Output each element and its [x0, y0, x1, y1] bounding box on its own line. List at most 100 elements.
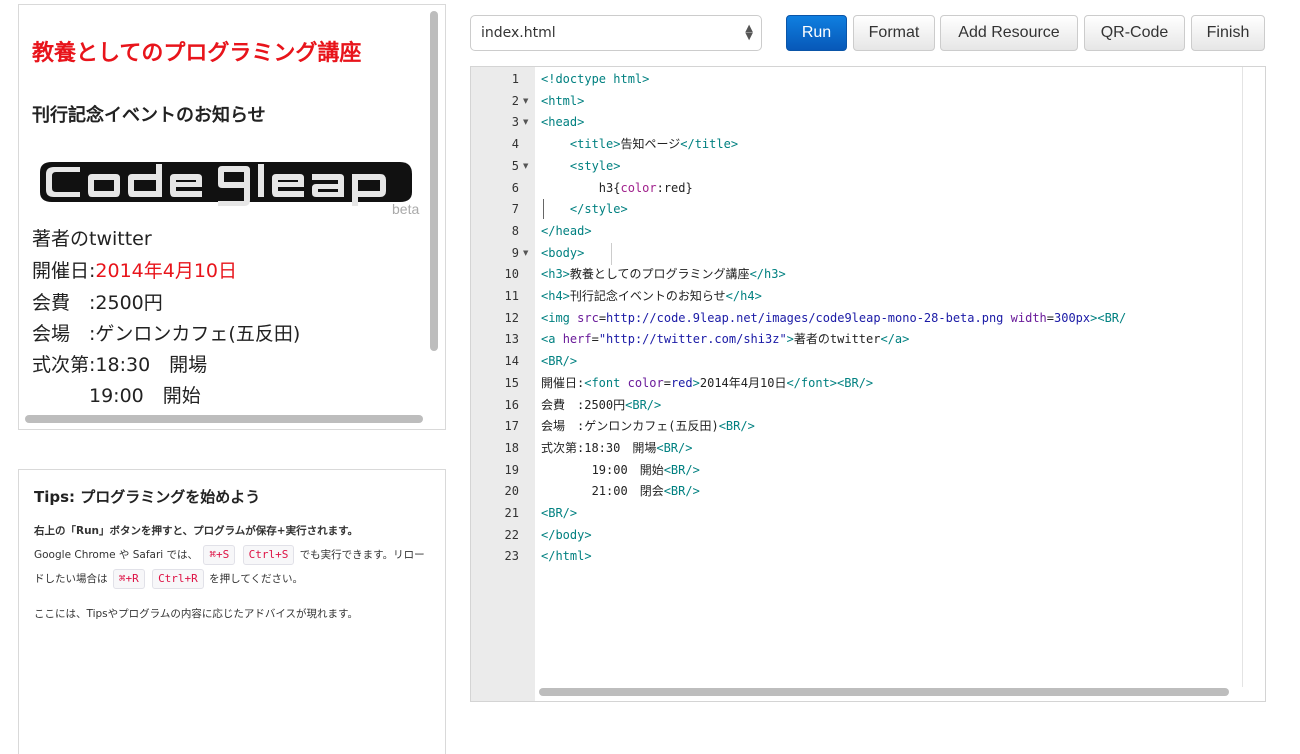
code-token: <BR/> [625, 397, 662, 412]
code-token: width [1010, 310, 1047, 325]
code-line: 21:00 閉会<BR/> [541, 480, 700, 502]
preview-heading: 教養としてのプログラミング講座 [32, 41, 362, 66]
fold-arrow-icon[interactable]: ▼ [523, 111, 528, 133]
line-number: 14 [504, 354, 519, 369]
qr-code-button[interactable]: QR-Code [1084, 15, 1185, 51]
code-token: <title> [569, 137, 621, 152]
tips-browser-hint: Google Chrome や Safari では、 [34, 549, 199, 561]
code-token: = [663, 375, 671, 390]
shortcut-cmd-s: ⌘+S [203, 545, 236, 565]
code-token: <img [541, 310, 578, 325]
line-number: 5 [511, 158, 519, 173]
line-number: 1 [511, 72, 519, 86]
code-line: <BR/> [541, 350, 577, 372]
code-token: </font> [786, 375, 838, 390]
event-fee: 会費 :2500円 [32, 292, 163, 314]
code-token: </head> [541, 223, 592, 238]
code-token: <BR/ [1097, 310, 1127, 325]
code-line: h3{color:red} [541, 177, 693, 199]
indent-guide [611, 243, 612, 265]
code-line: <html> [541, 90, 584, 112]
code-token: = [591, 332, 599, 347]
code-line: <title>告知ページ</title> [541, 133, 738, 155]
code9leap-logo: beta [40, 162, 419, 217]
code-token: </style> [569, 202, 628, 217]
code-token: <h3> [541, 267, 570, 282]
event-date-label: 開催日: [32, 260, 96, 282]
tips-title: Tips: プログラミングを始めよう [34, 488, 261, 506]
code-token: </title> [680, 137, 739, 152]
line-number: 16 [504, 397, 519, 412]
preview-vertical-scrollbar[interactable] [430, 11, 438, 351]
editor-horizontal-scrollbar[interactable] [539, 688, 1229, 696]
code-token: <!doctype html> [541, 72, 650, 86]
code-line: 式次第:18:30 開場<BR/> [541, 437, 692, 459]
code-token: </h4> [725, 289, 762, 303]
code-line: 会場 :ゲンロンカフェ(五反田)<BR/> [541, 415, 755, 437]
code-token: <html> [541, 93, 585, 108]
code-line: </body> [541, 524, 592, 546]
code-token: "http://twitter.com/shi3z" [598, 332, 787, 347]
code-token: src [577, 310, 599, 325]
line-number: 3 [511, 115, 519, 130]
shortcut-cmd-r: ⌘+R [112, 569, 145, 589]
code-token: <BR/> [656, 440, 693, 455]
preview-horizontal-scrollbar[interactable] [25, 415, 423, 423]
line-number: 12 [504, 310, 519, 325]
code-token: </h3> [749, 267, 786, 282]
line-number: 10 [504, 267, 519, 282]
event-schedule-2: 19:00 開始 [32, 385, 201, 407]
shortcut-ctrl-s: Ctrl+S [242, 545, 295, 565]
twitter-link[interactable]: 著者のtwitter [32, 224, 152, 251]
code-line: 会費 :2500円<BR/> [541, 394, 661, 416]
line-number: 15 [504, 375, 519, 390]
format-button[interactable]: Format [853, 15, 935, 51]
code-token: = [598, 310, 607, 325]
event-date-value: 2014年4月10日 [95, 260, 238, 282]
logo-wordmark [40, 162, 412, 206]
line-number: 11 [504, 289, 519, 303]
select-arrows-icon: ▲ ▼ [745, 23, 753, 42]
line-number: 18 [504, 440, 519, 455]
code-line: <img src=http://code.9leap.net/images/co… [541, 307, 1126, 329]
line-number: 19 [504, 462, 519, 477]
code-token: herf [562, 332, 592, 347]
code-token: color [627, 375, 664, 390]
code-token: color [620, 180, 657, 195]
code-token: <BR/> [837, 375, 874, 390]
run-button[interactable]: Run [786, 15, 847, 51]
code-token: 著者のtwitter [793, 332, 881, 347]
editor-print-margin [1242, 67, 1243, 687]
code-line: <h3>教養としてのプログラミング講座</h3> [541, 263, 786, 285]
add-resource-button[interactable]: Add Resource [940, 15, 1078, 51]
event-schedule-1: 式次第:18:30 開場 [32, 354, 208, 376]
code-token: <a [541, 332, 563, 347]
code-token: </a> [880, 332, 910, 347]
code-editor[interactable]: 1 2 ▼ 3 ▼ 4 5 ▼ 6 7 8 9 ▼ 10 11 12 13 14 15 16 17 18 19 20 21 22 2… [470, 66, 1266, 702]
code-line: </html> [541, 545, 592, 567]
finish-button[interactable]: Finish [1191, 15, 1265, 51]
code-token: <body> [541, 245, 585, 260]
code-token: 刊行記念イベントのお知らせ [569, 289, 726, 303]
code-token: http://code.9leap.net/images/code9leap-m… [606, 310, 1004, 325]
line-number: 21 [504, 506, 519, 520]
code-line: </style> [541, 198, 628, 220]
code-line: 19:00 開始<BR/> [541, 459, 700, 481]
tips-paragraph-2: ここには、Tipsやプログラムの内容に応じたアドバイスが現れます。 [34, 608, 358, 620]
fold-arrow-icon[interactable]: ▼ [523, 90, 528, 112]
fold-arrow-icon[interactable]: ▼ [523, 155, 528, 177]
line-number: 13 [504, 332, 519, 347]
code-token: <head> [541, 115, 585, 130]
event-venue: 会場 :ゲンロンカフェ(五反田) [32, 323, 301, 345]
file-select[interactable]: index.html ▲ ▼ [470, 15, 762, 51]
fold-arrow-icon[interactable]: ▼ [523, 242, 528, 264]
tips-press-hint: を押してください。 [209, 573, 304, 585]
code-token: 告知ページ [620, 137, 681, 152]
tips-run-hint: 右上の「Run」ボタンを押すと、プログラムが保存+実行されます。 [34, 525, 359, 537]
code-token: 300px [1054, 310, 1091, 325]
code-token: h3{ [541, 180, 621, 195]
code-line: <head> [541, 111, 584, 133]
